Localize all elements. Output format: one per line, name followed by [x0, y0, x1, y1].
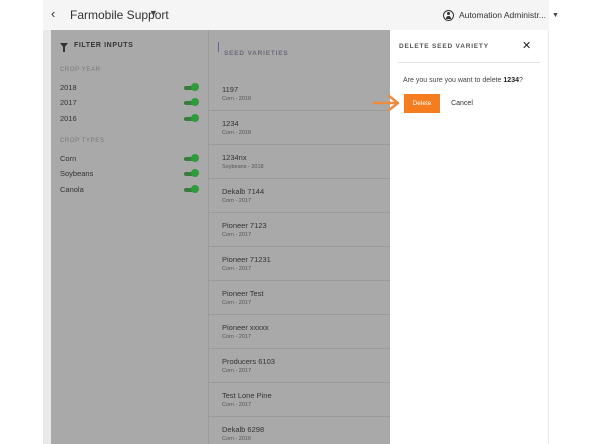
divider	[209, 280, 391, 281]
seed-name: Pioneer 71231	[222, 255, 271, 264]
account-circle-icon	[443, 9, 454, 21]
filter-row-crop-soybeans: Soybeans	[60, 168, 200, 180]
toggle-label: 2016	[60, 114, 77, 123]
divider	[209, 178, 391, 179]
seed-varieties-header: SEED VARIETIES	[218, 42, 289, 57]
message-target: 1234	[503, 77, 519, 84]
seed-varieties-title: SEED VARIETIES	[224, 50, 289, 57]
list-item[interactable]: Pioneer 71231 Corn - 2017	[222, 255, 382, 272]
close-icon[interactable]: ✕	[522, 39, 531, 52]
chevron-down-icon[interactable]: ▼	[552, 12, 559, 19]
divider	[209, 348, 391, 349]
toggle-label: Canola	[60, 185, 84, 194]
app-header: ‹ Farmobile Support ▼ Automation Adminis…	[43, 0, 559, 30]
seed-varieties-panel: SEED VARIETIES 1197 Corn - 2018 1234 Cor…	[208, 30, 391, 444]
divider	[398, 62, 540, 63]
list-item[interactable]: 1234 Corn - 2018	[222, 119, 382, 136]
list-item[interactable]: 1197 Corn - 2018	[222, 85, 382, 102]
list-item[interactable]: Pioneer Test Corn - 2017	[222, 289, 382, 306]
toggle-knob[interactable]	[191, 83, 199, 91]
toggle-knob[interactable]	[191, 185, 199, 193]
divider	[209, 144, 391, 145]
seed-name: Pioneer 7123	[222, 221, 267, 230]
seed-details: Corn - 2017	[222, 402, 252, 408]
chevron-down-icon[interactable]: ▼	[149, 8, 158, 18]
filter-icon	[60, 43, 68, 52]
divider	[209, 416, 391, 417]
toggle-knob[interactable]	[191, 114, 199, 122]
seed-name: Dekalb 7144	[222, 187, 265, 196]
list-item[interactable]: Test Lone Pine Corn - 2017	[222, 391, 382, 408]
seed-name: Dekalb 6298	[222, 425, 265, 434]
delete-dialog: DELETE SEED VARIETY ✕ Are you sure you w…	[390, 30, 548, 444]
message-suffix: ?	[518, 77, 523, 84]
filter-row-crop-canola: Canola	[60, 184, 200, 196]
seed-details: Corn - 2016	[222, 436, 252, 442]
user-name: Automation Administr...	[459, 10, 546, 20]
filter-row-year-2018: 2018	[60, 82, 200, 94]
seed-details: Corn - 2017	[222, 368, 252, 374]
seed-name: 1234nx	[222, 153, 247, 162]
seed-name: 1234	[222, 119, 239, 128]
seed-name: Producers 6103	[222, 357, 275, 366]
seed-details: Corn - 2017	[222, 266, 252, 272]
seed-details: Soybeans - 2018	[222, 164, 264, 170]
arrow-right-icon	[372, 94, 400, 112]
dialog-title: DELETE SEED VARIETY	[399, 43, 489, 50]
message-prefix: Are you sure you want to delete	[403, 77, 504, 84]
filter-row-crop-corn: Corn	[60, 153, 200, 165]
seed-name: Pioneer xxxxx	[222, 323, 269, 332]
seed-details: Corn - 2018	[222, 130, 252, 136]
toggle-knob[interactable]	[191, 169, 199, 177]
list-item[interactable]: 1234nx Soybeans - 2018	[222, 153, 382, 170]
divider	[209, 382, 391, 383]
list-item[interactable]: Dekalb 7144 Corn - 2017	[222, 187, 382, 204]
seed-details: Corn - 2018	[222, 96, 252, 102]
toggle-knob[interactable]	[191, 98, 199, 106]
list-item[interactable]: Pioneer 7123 Corn - 2017	[222, 221, 382, 238]
filter-header: FILTER INPUTS	[60, 42, 134, 52]
toggle-label: Corn	[60, 154, 77, 163]
divider	[209, 110, 391, 111]
list-item[interactable]: Producers 6103 Corn - 2017	[222, 357, 382, 374]
filter-row-year-2017: 2017	[60, 97, 200, 109]
seed-name: Pioneer Test	[222, 289, 264, 298]
back-arrow-icon[interactable]: ‹	[51, 7, 65, 21]
toggle-label: Soybeans	[60, 169, 94, 178]
seed-details: Corn - 2017	[222, 334, 252, 340]
seed-name: Test Lone Pine	[222, 391, 272, 400]
filter-row-year-2016: 2016	[60, 113, 200, 125]
divider	[209, 314, 391, 315]
user-menu[interactable]: Automation Administr... ▼	[443, 7, 559, 23]
divider	[209, 246, 391, 247]
dialog-message: Are you sure you want to delete 1234?	[403, 77, 523, 84]
delete-button[interactable]: Delete	[404, 94, 440, 113]
seed-name: 1197	[222, 85, 239, 94]
crop-types-label: CROP TYPES	[60, 138, 105, 144]
toggle-label: 2017	[60, 98, 77, 107]
divider	[209, 212, 391, 213]
cancel-button[interactable]: Cancel	[448, 94, 476, 113]
seed-details: Corn - 2017	[222, 300, 252, 306]
toggle-knob[interactable]	[191, 154, 199, 162]
seed-details: Corn - 2017	[222, 232, 252, 238]
list-item[interactable]: Dekalb 6298 Corn - 2016	[222, 425, 382, 442]
filter-panel: FILTER INPUTS CROP YEAR 2018 2017 2016 C…	[51, 30, 208, 444]
list-item[interactable]: Pioneer xxxxx Corn - 2017	[222, 323, 382, 340]
seed-details: Corn - 2017	[222, 198, 252, 204]
crop-year-label: CROP YEAR	[60, 67, 101, 73]
toggle-label: 2018	[60, 83, 77, 92]
filter-title: FILTER INPUTS	[74, 42, 134, 49]
